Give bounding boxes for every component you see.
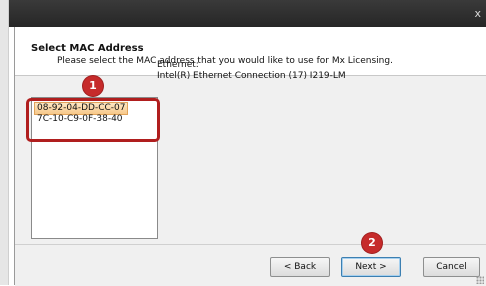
cancel-button[interactable]: Cancel	[423, 257, 480, 277]
adapter-details: Ethernet: Intel(R) Ethernet Connection (…	[157, 60, 346, 82]
back-button[interactable]: < Back	[270, 257, 330, 277]
page-title: Select MAC Address	[31, 43, 144, 54]
annotation-badge-1: 1	[83, 76, 103, 96]
adapter-name-label: Intel(R) Ethernet Connection (17) I219-L…	[157, 71, 346, 81]
resize-grip[interactable]	[476, 276, 484, 284]
title-bar: x	[9, 0, 486, 27]
annotation-badge-2: 2	[362, 233, 382, 253]
close-icon[interactable]: x	[474, 8, 481, 19]
adapter-type-label: Ethernet:	[157, 60, 199, 70]
annotation-highlight-box	[26, 98, 160, 142]
next-button[interactable]: Next >	[341, 257, 401, 277]
left-window-edge	[0, 0, 9, 285]
dialog-footer: < Back Next > Cancel	[15, 244, 486, 286]
